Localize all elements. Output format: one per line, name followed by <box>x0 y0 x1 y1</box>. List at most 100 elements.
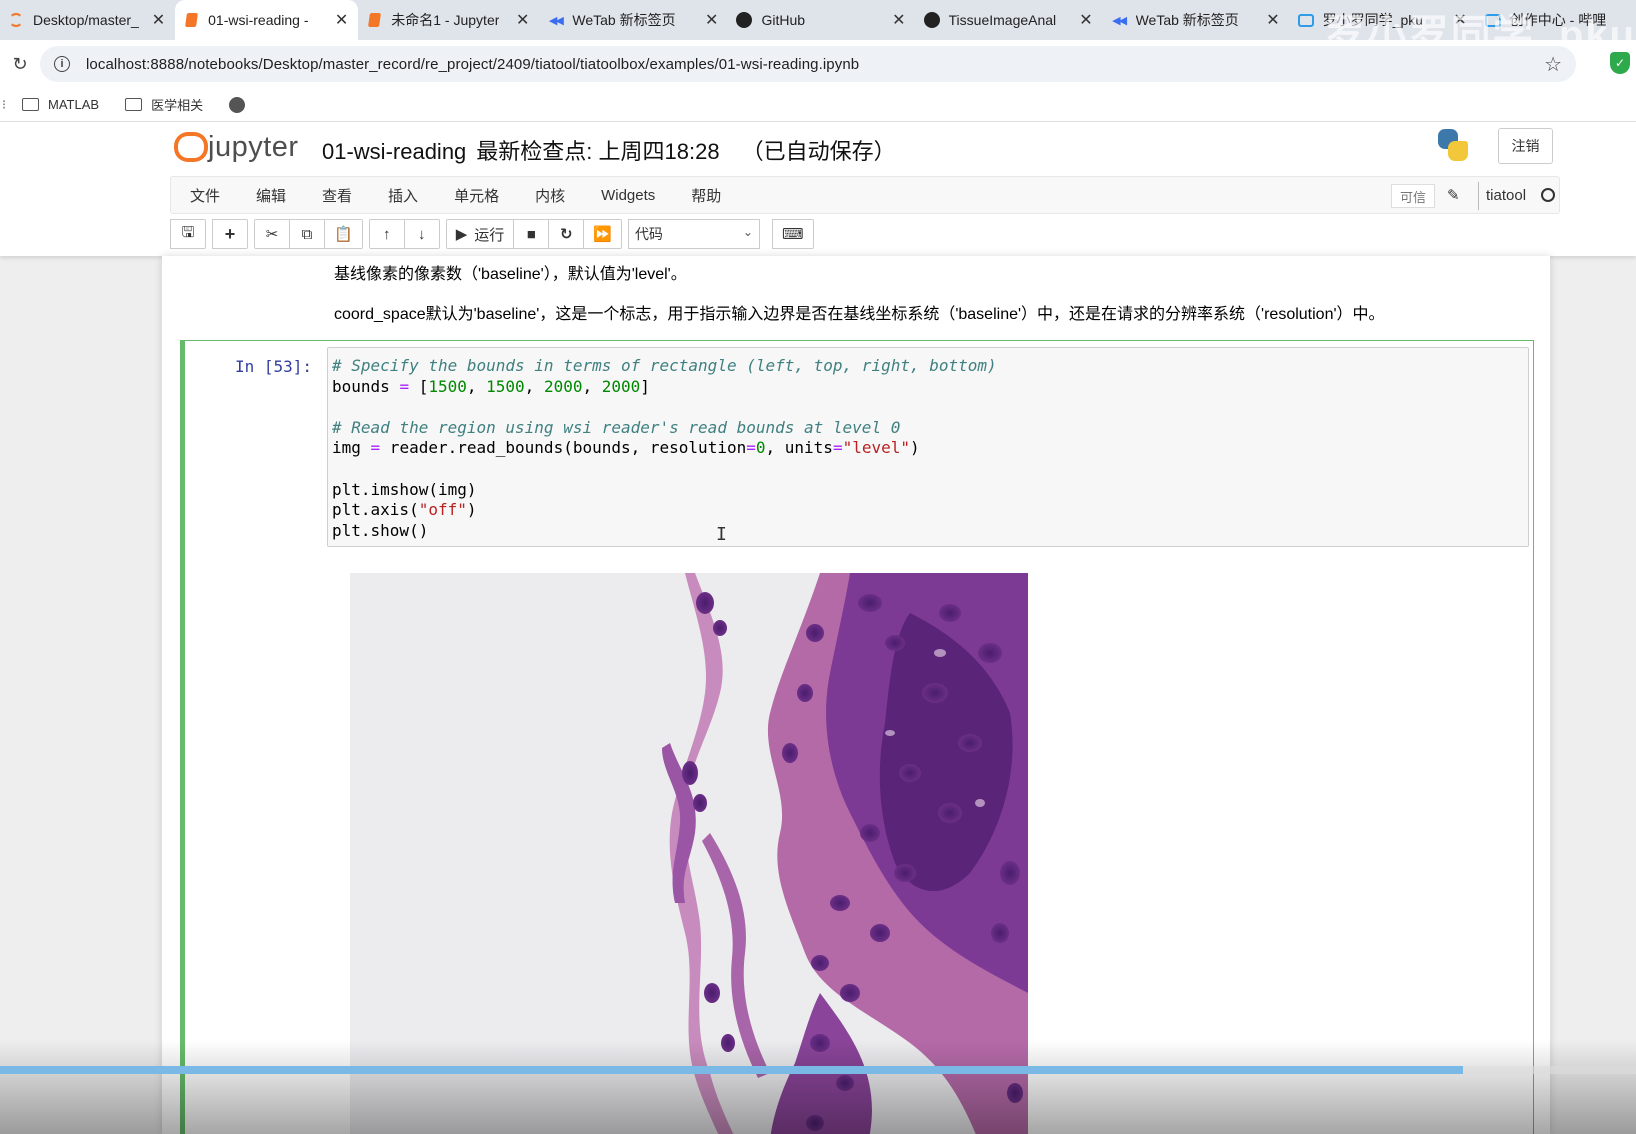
insert-cell-button[interactable]: + <box>212 219 248 249</box>
fast-forward-icon: ⏩ <box>593 226 612 243</box>
close-tab-icon[interactable]: ✕ <box>325 10 348 30</box>
menu-cell[interactable]: 单元格 <box>435 185 516 206</box>
notebook-name[interactable]: 01-wsi-reading <box>322 139 466 164</box>
browser-tab[interactable]: ◀◀ WeTab 新标签页 ✕ <box>1103 0 1290 40</box>
notebook-title[interactable]: 01-wsi-reading 最新检查点: 上周四18:28 （已自动保存） <box>322 134 896 166</box>
move-up-button[interactable]: ↑ <box>368 219 405 249</box>
move-down-button[interactable]: ↓ <box>403 219 440 249</box>
close-tab-icon[interactable]: ✕ <box>1443 10 1466 30</box>
notebook-container: 基线像素的像素数（'baseline'），默认值为'level'。 coord_… <box>162 256 1550 1134</box>
browser-tab[interactable]: ◀◀ WeTab 新标签页 ✕ <box>539 0 728 40</box>
kernel-idle-indicator-icon <box>1541 188 1555 202</box>
edit-mode-pencil-icon: ✎ <box>1447 187 1460 204</box>
code-cell-selected[interactable]: In [53]: # Specify the bounds in terms o… <box>180 340 1534 1134</box>
command-palette-button[interactable]: ⌨ <box>771 219 814 249</box>
markdown-text: 基线像素的像素数（'baseline'），默认值为'level'。 <box>334 266 687 283</box>
code-token: img <box>332 438 371 458</box>
cell-type-select[interactable]: 代码 ⌄ <box>627 219 760 249</box>
tab-title: WeTab 新标签页 <box>572 12 676 28</box>
code-string: "level" <box>842 438 911 458</box>
close-tab-icon[interactable]: ✕ <box>142 10 165 30</box>
bookmark-star-icon[interactable]: ☆ <box>1544 52 1562 77</box>
play-icon: ▶ <box>455 226 468 243</box>
text-cursor-icon: I <box>716 524 727 545</box>
menu-view[interactable]: 查看 <box>303 185 369 206</box>
scissors-icon: ✂ <box>265 226 279 243</box>
browser-tab[interactable]: 未命名1 - Jupyter ✕ <box>358 0 539 40</box>
kernel-name: tiatool <box>1478 182 1526 210</box>
checkpoint-status: 最新检查点: 上周四18:28 <box>476 139 720 164</box>
cut-button[interactable]: ✂ <box>254 219 290 249</box>
restart-icon: ↻ <box>559 226 573 243</box>
code-operator: = <box>746 438 756 458</box>
menu-widgets[interactable]: Widgets <box>582 187 672 204</box>
menu-help[interactable]: 帮助 <box>672 185 738 206</box>
bookmark-medical[interactable]: 医学相关 <box>125 95 203 114</box>
apps-edge-icon[interactable]: ⁝ <box>2 97 22 113</box>
folder-icon <box>22 98 39 111</box>
menu-kernel[interactable]: 内核 <box>516 185 582 206</box>
globe-icon <box>229 96 246 113</box>
wetab-icon: ◀◀ <box>1112 14 1127 27</box>
browser-tab[interactable]: TissueImageAnal ✕ <box>916 0 1103 40</box>
notebook-toolbar: 🖫 + ✂ ⧉ 📋 ↑ ↓ ▶ 运行 ■ ↻ ⏩ 代码 ⌄ ⌨ <box>170 218 820 250</box>
jupyter-logo[interactable]: jupyter <box>174 130 299 164</box>
browser-tab[interactable]: GitHub ✕ <box>728 0 915 40</box>
close-tab-icon[interactable]: ✕ <box>882 10 905 30</box>
shield-extension-icon[interactable]: ✓ <box>1610 52 1630 74</box>
copy-button[interactable]: ⧉ <box>289 219 325 249</box>
jupyter-header: jupyter 01-wsi-reading 最新检查点: 上周四18:28 （已自… <box>0 122 1636 256</box>
code-number: 1500 <box>428 376 467 396</box>
code-operator: = <box>399 376 410 396</box>
menu-insert[interactable]: 插入 <box>369 185 435 206</box>
input-prompt: In [53]: <box>235 357 313 376</box>
reload-icon[interactable]: ↻ <box>0 54 40 75</box>
stop-icon: ■ <box>526 225 536 243</box>
code-number: 1500 <box>486 376 525 396</box>
code-editor[interactable]: # Specify the bounds in terms of rectang… <box>327 347 1529 547</box>
autosave-status: （已自动保存） <box>741 139 896 164</box>
restart-run-all-button[interactable]: ⏩ <box>583 219 622 249</box>
tab-title: GitHub <box>761 12 806 28</box>
close-tab-icon[interactable]: ✕ <box>1256 10 1279 30</box>
code-number: 2000 <box>601 376 641 396</box>
menu-edit[interactable]: 编辑 <box>237 185 303 206</box>
trusted-badge[interactable]: 可信 <box>1391 184 1435 208</box>
code-token: , <box>524 376 544 396</box>
browser-tab[interactable]: 创作中心 - 哔哩 <box>1477 0 1636 40</box>
code-token: plt.show() <box>332 520 429 540</box>
code-token: ) <box>910 438 920 458</box>
logout-button[interactable]: 注销 <box>1498 128 1553 164</box>
bookmark-matlab[interactable]: MATLAB <box>22 97 99 112</box>
close-tab-icon[interactable]: ✕ <box>695 10 718 30</box>
run-button[interactable]: ▶ 运行 <box>445 219 515 249</box>
code-token: ] <box>640 376 650 396</box>
paste-button[interactable]: 📋 <box>324 219 363 249</box>
code-comment: # Read the region using wsi reader's rea… <box>332 417 901 437</box>
url-text[interactable]: localhost:8888/notebooks/Desktop/master_… <box>86 56 859 73</box>
notebook-icon <box>183 12 199 28</box>
site-info-icon[interactable]: i <box>54 56 70 72</box>
omnibox[interactable]: i localhost:8888/notebooks/Desktop/maste… <box>40 46 1576 82</box>
close-tab-icon[interactable]: ✕ <box>1069 10 1092 30</box>
bookmark-globe[interactable] <box>229 96 246 113</box>
tab-title: 未命名1 - Jupyter <box>391 12 500 28</box>
github-icon <box>923 12 940 28</box>
restart-button[interactable]: ↻ <box>548 219 585 249</box>
code-token: [ <box>409 376 429 396</box>
video-progress-bar[interactable] <box>0 1066 1636 1074</box>
interrupt-button[interactable]: ■ <box>513 219 550 249</box>
save-button[interactable]: 🖫 <box>170 219 206 249</box>
browser-tab[interactable]: Desktop/master_ ✕ <box>0 0 175 40</box>
close-tab-icon[interactable]: ✕ <box>506 10 529 30</box>
browser-tab[interactable]: 罗小罗同学_pku ✕ <box>1290 0 1477 40</box>
tab-title: TissueImageAnal <box>948 12 1057 28</box>
run-label: 运行 <box>474 226 505 244</box>
menu-file[interactable]: 文件 <box>171 185 237 206</box>
tab-title: WeTab 新标签页 <box>1135 12 1239 28</box>
bilibili-icon <box>1297 12 1314 28</box>
tab-title: 01-wsi-reading - <box>208 12 309 28</box>
tab-title: 创作中心 - 哔哩 <box>1509 12 1607 28</box>
menu-bar: 文件 编辑 查看 插入 单元格 内核 Widgets 帮助 可信 ✎ tiato… <box>170 176 1560 214</box>
browser-tab-active[interactable]: 01-wsi-reading - ✕ <box>175 0 359 40</box>
